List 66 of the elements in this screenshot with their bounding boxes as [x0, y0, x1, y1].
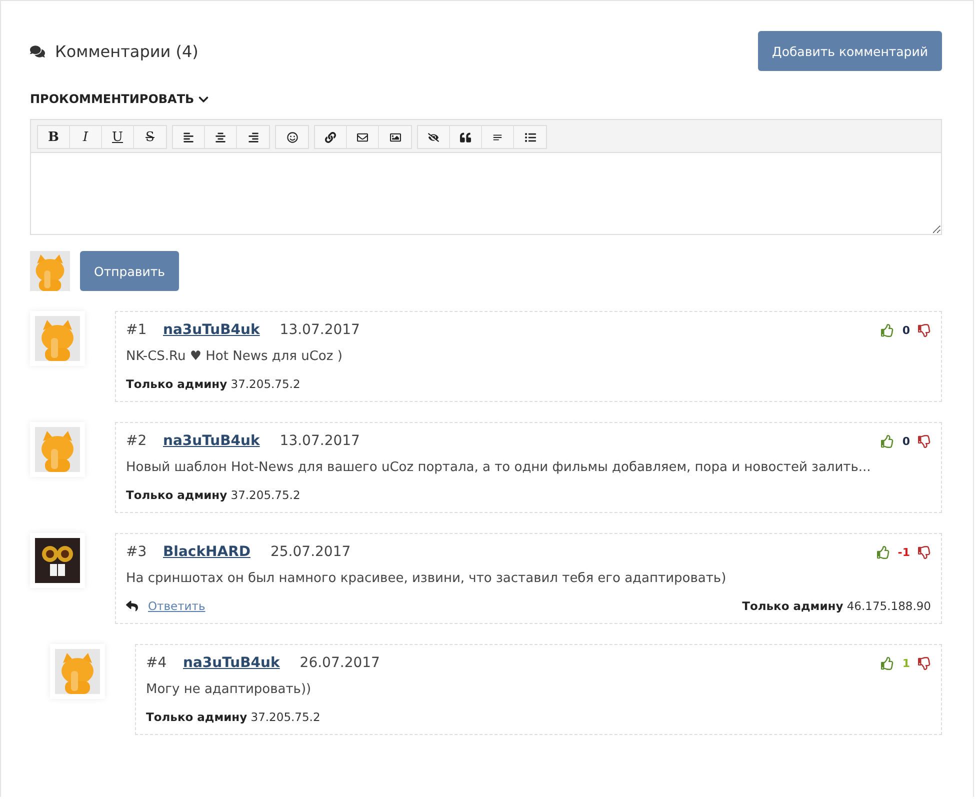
comment-text: Могу не адаптировать)) — [146, 682, 312, 697]
image-button[interactable] — [379, 126, 411, 148]
envelope-icon — [357, 132, 368, 142]
comments-icon — [30, 44, 45, 58]
comment-number: #1 — [126, 322, 148, 338]
comment-date: 13.07.2017 — [280, 433, 360, 449]
author-link[interactable]: na3uTuB4uk — [163, 433, 260, 449]
thumbs-down-icon[interactable] — [918, 546, 931, 558]
thumbs-down-icon[interactable] — [918, 656, 931, 670]
chevron-down-icon — [198, 94, 210, 104]
admin-ip-text: Только админу 37.205.75.2 — [126, 377, 300, 391]
align-center-icon — [215, 132, 226, 142]
comment-date: 13.07.2017 — [280, 322, 360, 338]
format-button[interactable]: S — [134, 126, 166, 148]
comment-field[interactable]: B I U S — [30, 119, 942, 235]
format-button[interactable]: I — [70, 126, 102, 148]
reply-icon — [126, 600, 138, 612]
smiley-icon — [286, 132, 298, 142]
paragraph-button[interactable] — [482, 126, 514, 148]
link-button[interactable] — [315, 126, 347, 148]
thumbs-down-icon[interactable] — [918, 324, 931, 336]
comment-number: #3 — [126, 544, 148, 560]
author-link[interactable]: BlackHARD — [163, 544, 250, 560]
align-center-button[interactable] — [205, 126, 237, 148]
comment-text: NK-CS.Ru ♥ Hot News для uCoz ) — [126, 349, 344, 364]
envelope-button[interactable] — [347, 126, 379, 148]
thumbs-up-icon[interactable] — [881, 434, 894, 448]
comment-toggle[interactable]: ПРОКОММЕНТИРОВАТЬ — [30, 92, 210, 106]
format-button[interactable]: U — [102, 126, 134, 148]
admin-ip-text: Только админу 46.175.188.90 — [742, 599, 931, 613]
comment-text: На сриншотах он был намного красивее, извини, что заставил тебя его адаптировать) — [126, 571, 728, 586]
comment-date: 25.07.2017 — [270, 544, 351, 560]
comment-input[interactable] — [31, 152, 941, 234]
hidden-eye-icon — [428, 132, 439, 142]
rating-score: 0 — [902, 434, 910, 448]
rating-score: 0 — [902, 324, 910, 336]
comment-number: #4 — [146, 655, 168, 671]
thumbs-down-icon[interactable] — [918, 434, 931, 448]
admin-ip-text: Только админу 37.205.75.2 — [146, 710, 320, 724]
author-link[interactable]: na3uTuB4uk — [163, 322, 260, 338]
comment-text: Новый шаблон Hot-News для вашего uCoz портала, а то одни фильмы добавляем, пора и новостей залить... — [126, 460, 872, 475]
rating-score: -1 — [898, 546, 910, 558]
align-right-button[interactable] — [237, 126, 269, 148]
thumbs-up-icon[interactable] — [881, 656, 894, 670]
align-right-icon — [248, 132, 258, 142]
list-button[interactable] — [514, 126, 546, 148]
list-icon — [524, 132, 536, 142]
reply-link[interactable]: Ответить — [148, 599, 206, 613]
hidden-eye-button[interactable] — [418, 126, 450, 148]
rating-score: 1 — [902, 656, 910, 670]
thumbs-up-icon[interactable] — [876, 546, 890, 558]
thumbs-up-icon[interactable] — [881, 324, 894, 336]
add-comment-button[interactable]: Добавить комментарий — [758, 31, 942, 71]
quote-icon — [460, 132, 471, 142]
align-left-icon — [183, 132, 194, 142]
format-button[interactable]: B — [38, 126, 70, 148]
link-icon — [325, 132, 336, 142]
send-button[interactable]: Отправить — [80, 251, 180, 291]
comment-date: 26.07.2017 — [300, 655, 380, 671]
quote-button[interactable] — [450, 126, 482, 148]
admin-ip-text: Только админу 37.205.75.2 — [126, 488, 300, 502]
align-left-button[interactable] — [173, 126, 205, 148]
comments-heading: Комментарии (4) — [55, 42, 198, 60]
author-link[interactable]: na3uTuB4uk — [183, 655, 280, 671]
image-icon — [390, 132, 400, 142]
comment-number: #2 — [126, 433, 148, 449]
